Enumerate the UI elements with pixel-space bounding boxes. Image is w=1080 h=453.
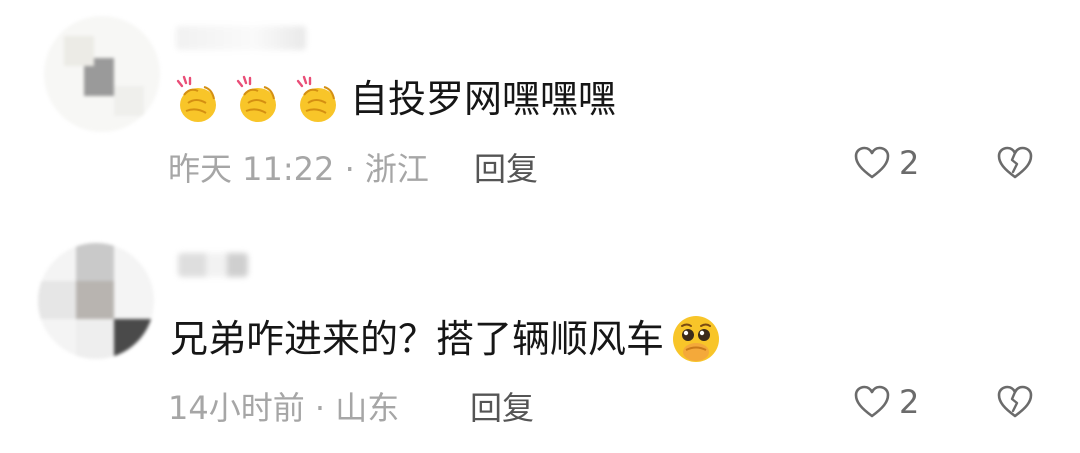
comment-text-row: 自投罗网嘿嘿嘿 <box>170 73 616 125</box>
avatar[interactable] <box>44 16 160 132</box>
username[interactable] <box>176 26 306 50</box>
clapping-hands-icon <box>290 73 342 125</box>
comment-meta: 昨天 11:22 · 浙江 <box>168 150 429 188</box>
dislike-button[interactable] <box>996 384 1034 424</box>
like-count: 2 <box>899 144 920 182</box>
broken-heart-icon <box>997 146 1033 179</box>
username[interactable] <box>178 253 248 277</box>
broken-heart-icon <box>997 385 1033 418</box>
like-button[interactable]: 2 <box>853 383 919 421</box>
heart-icon <box>854 385 890 418</box>
like-button[interactable]: 2 <box>853 144 919 182</box>
pleading-face-icon <box>670 313 722 365</box>
comment-text-row: 兄弟咋进来的？搭了辆顺风车 <box>170 313 722 365</box>
comment-item: 兄弟咋进来的？搭了辆顺风车 14小时前 · 山东 回复 2 <box>0 225 1080 453</box>
comment-text: 自投罗网嘿嘿嘿 <box>350 77 617 121</box>
comment-text: 兄弟咋进来的？搭了辆顺风车 <box>170 317 665 361</box>
clapping-hands-icon <box>230 73 282 125</box>
heart-icon <box>854 146 890 179</box>
comment-item: 自投罗网嘿嘿嘿 昨天 11:22 · 浙江 回复 2 <box>0 0 1080 225</box>
dislike-button[interactable] <box>996 145 1034 185</box>
reply-button[interactable]: 回复 <box>474 144 538 190</box>
like-count: 2 <box>899 383 920 421</box>
comment-meta: 14小时前 · 山东 <box>168 389 400 427</box>
clapping-hands-icon <box>170 73 222 125</box>
reply-button[interactable]: 回复 <box>470 383 534 429</box>
avatar[interactable] <box>38 243 154 359</box>
